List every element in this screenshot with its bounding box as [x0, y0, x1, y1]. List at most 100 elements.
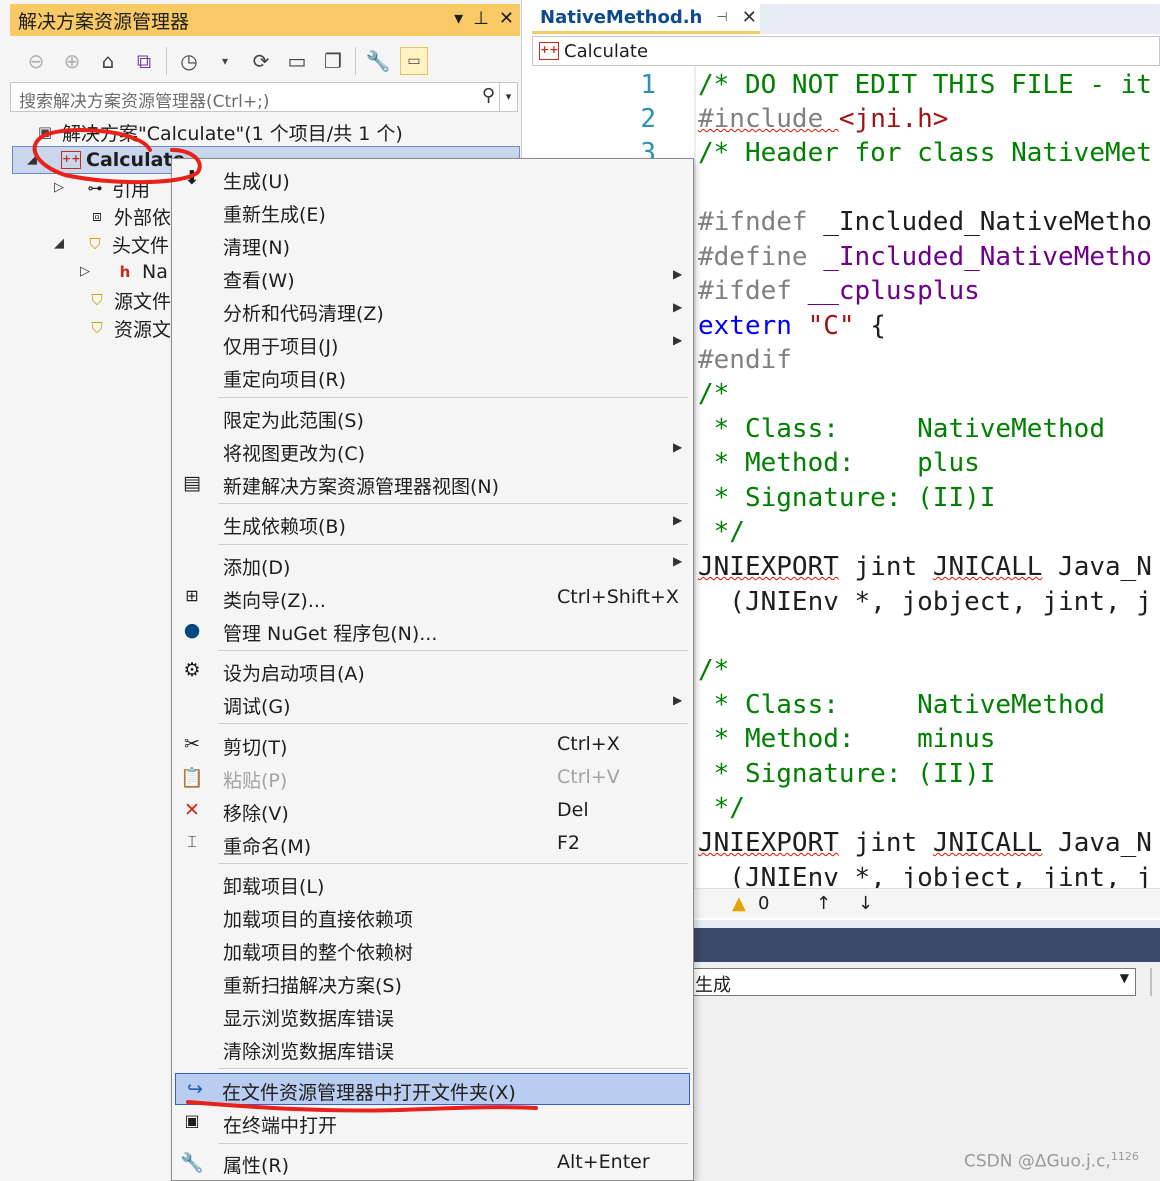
- menu-item-label: 新建解决方案资源管理器视图(N): [223, 476, 500, 498]
- search-options-dropdown[interactable]: ▾: [499, 83, 517, 111]
- menu-item-rescan-solution[interactable]: 重新扫描解决方案(S): [173, 967, 691, 999]
- menu-item-label: 卸载项目(L): [223, 876, 325, 898]
- menu-item-retarget[interactable]: 重定向项目(R): [173, 361, 691, 393]
- filter-folder-icon: ⛉: [91, 319, 103, 337]
- clipboard-icon: 📋: [180, 767, 204, 789]
- menu-item-rename[interactable]: ⌶ 重命名(M) F2: [173, 828, 691, 860]
- menu-item-open-in-explorer[interactable]: ↪ 在文件资源管理器中打开文件夹(X): [175, 1073, 690, 1105]
- context-menu: ⬇ 生成(U) 重新生成(E) 清理(N) 查看(W) ▶ 分析和代码清理(Z)…: [171, 158, 694, 1181]
- window-position-icon[interactable]: ▾: [454, 8, 463, 29]
- collapse-arrow-icon[interactable]: ▷: [54, 180, 64, 195]
- menu-item-label: 调试(G): [223, 696, 291, 718]
- close-icon[interactable]: ✕: [742, 7, 757, 28]
- menu-item-show-db-errors[interactable]: 显示浏览数据库错误: [173, 1000, 691, 1032]
- menu-item-set-startup[interactable]: ⚙ 设为启动项目(A): [173, 655, 691, 687]
- nuget-icon: ●: [183, 619, 201, 641]
- menu-item-nuget[interactable]: ● 管理 NuGet 程序包(N)...: [173, 615, 691, 647]
- menu-item-new-se-view[interactable]: ▤ 新建解决方案资源管理器视图(N): [173, 468, 691, 500]
- menu-separator: [218, 544, 688, 545]
- search-input[interactable]: 搜索解决方案资源管理器(Ctrl+;) ⚲ ▾: [10, 82, 518, 112]
- vc-project-icon: ++: [61, 151, 81, 169]
- pin-icon[interactable]: ⊣: [716, 10, 727, 25]
- navigation-bar[interactable]: ++ Calculate: [532, 36, 1160, 66]
- toolbar-separator: [166, 47, 167, 75]
- tree-item-source-files[interactable]: ⛉ 源文件: [86, 286, 171, 314]
- menu-item-label: 显示浏览数据库错误: [223, 1008, 395, 1030]
- menu-item-rebuild[interactable]: 重新生成(E): [173, 196, 691, 228]
- remove-x-icon: ✕: [184, 799, 200, 821]
- close-icon[interactable]: ✕: [499, 8, 514, 29]
- menu-item-open-in-terminal[interactable]: ▣ 在终端中打开: [173, 1107, 691, 1139]
- build-icon: ⬇: [184, 167, 200, 189]
- menu-item-load-direct-deps[interactable]: 加载项目的直接依赖项: [173, 901, 691, 933]
- collapse-arrow-icon[interactable]: ▷: [80, 264, 90, 279]
- menu-item-label: 生成(U): [223, 171, 290, 193]
- tab-nativemethod-h[interactable]: NativeMethod.h ⊣ ✕: [532, 4, 760, 34]
- menu-item-clear-db-errors[interactable]: 清除浏览数据库错误: [173, 1033, 691, 1065]
- scissors-icon: ✂: [184, 733, 200, 755]
- home-icon[interactable]: ⌂: [94, 47, 122, 75]
- expand-arrow-icon[interactable]: ◢: [54, 236, 64, 251]
- header-file-label: Na: [142, 261, 168, 283]
- expand-arrow-icon[interactable]: ◢: [27, 152, 37, 167]
- output-source-select[interactable]: 生成 ▼: [690, 968, 1136, 996]
- references-icon: ⊶: [87, 179, 103, 197]
- menu-item-analyze[interactable]: 分析和代码清理(Z) ▶: [173, 295, 691, 327]
- code-line: * Method: minus: [698, 724, 996, 754]
- menu-item-debug[interactable]: 调试(G) ▶: [173, 688, 691, 720]
- menu-item-label: 在终端中打开: [223, 1115, 338, 1137]
- preview-selected-icon[interactable]: ▭: [400, 47, 428, 75]
- menu-item-add[interactable]: 添加(D) ▶: [173, 549, 691, 581]
- tree-item-solution[interactable]: ▣ 解决方案"Calculate"(1 个项目/共 1 个): [34, 118, 403, 146]
- watermark: CSDN @ΔGuo.j.c,1126: [964, 1150, 1139, 1172]
- forward-icon[interactable]: ⊕: [58, 47, 86, 75]
- warning-count[interactable]: 0: [758, 893, 769, 914]
- menu-item-properties[interactable]: 🔧 属性(R) Alt+Enter: [173, 1147, 691, 1179]
- menu-item-view[interactable]: 查看(W) ▶: [173, 262, 691, 294]
- show-all-files-icon[interactable]: ❐: [319, 47, 347, 75]
- menu-item-build[interactable]: ⬇ 生成(U): [173, 163, 691, 195]
- header-file-icon: h: [119, 263, 131, 281]
- new-view-icon: ▤: [183, 472, 201, 494]
- header-files-label: 头文件: [112, 234, 170, 257]
- collapse-all-icon[interactable]: ▭: [283, 47, 311, 75]
- submenu-arrow-icon: ▶: [673, 333, 683, 347]
- menu-item-load-dep-tree[interactable]: 加载项目的整个依赖树: [173, 934, 691, 966]
- chevron-down-icon[interactable]: ▾: [211, 47, 239, 75]
- code-token: JNICALL: [932, 828, 1043, 858]
- menu-item-clean[interactable]: 清理(N): [173, 229, 691, 261]
- menu-item-class-wizard[interactable]: ⊞ 类向导(Z)... Ctrl+Shift+X: [173, 582, 691, 614]
- arrow-up-icon[interactable]: ↑: [816, 893, 831, 914]
- menu-item-remove[interactable]: ✕ 移除(V) Del: [173, 795, 691, 827]
- search-icon[interactable]: ⚲: [482, 85, 495, 106]
- tree-item-external-deps[interactable]: ⧈ 外部依: [86, 202, 171, 230]
- menu-item-unload-project[interactable]: 卸载项目(L): [173, 868, 691, 900]
- sync-icon[interactable]: ⟳: [247, 47, 275, 75]
- menu-separator: [218, 1143, 688, 1144]
- rename-icon: ⌶: [187, 832, 197, 851]
- switch-views-icon[interactable]: ⧉: [130, 47, 158, 75]
- pin-icon[interactable]: ⊥: [473, 8, 489, 29]
- back-icon[interactable]: ⊖: [22, 47, 50, 75]
- tree-item-resource-files[interactable]: ⛉ 资源文: [86, 314, 171, 342]
- menu-separator: [218, 503, 688, 504]
- arrow-down-icon[interactable]: ↓: [858, 893, 873, 914]
- menu-item-label: 在文件资源管理器中打开文件夹(X): [222, 1082, 516, 1104]
- code-token: Java_N: [1042, 552, 1152, 582]
- properties-wrench-icon[interactable]: 🔧: [364, 47, 392, 75]
- panel-title: 解决方案资源管理器: [18, 10, 190, 33]
- tree-item-references[interactable]: ▷ ⊶ 引用: [54, 174, 150, 202]
- watermark-text: CSDN @ΔGuo.j.c,: [964, 1151, 1111, 1172]
- menu-item-change-view[interactable]: 将视图更改为(C) ▶: [173, 435, 691, 467]
- code-token: #ifndef: [698, 207, 824, 237]
- menu-item-build-dependencies[interactable]: 生成依赖项(B) ▶: [173, 508, 691, 540]
- tree-item-header-file[interactable]: ▷ h Na: [80, 258, 168, 286]
- menu-item-label: 分析和代码清理(Z): [223, 303, 384, 325]
- chevron-down-icon: ▼: [1119, 971, 1129, 985]
- pending-changes-filter-icon[interactable]: ◷: [175, 47, 203, 75]
- menu-item-cut[interactable]: ✂ 剪切(T) Ctrl+X: [173, 729, 691, 761]
- menu-item-project-only[interactable]: 仅用于项目(J) ▶: [173, 328, 691, 360]
- menu-item-scope-to-this[interactable]: 限定为此范围(S): [173, 402, 691, 434]
- code-token: extern: [698, 311, 808, 341]
- tree-item-header-files[interactable]: ◢ ⛉ 头文件: [54, 230, 169, 258]
